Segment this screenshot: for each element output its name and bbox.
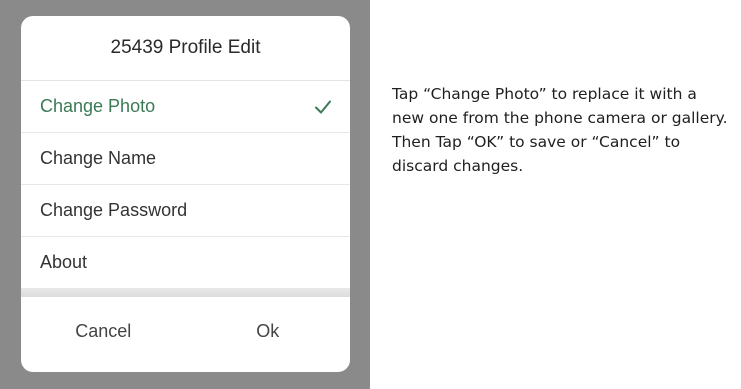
section-divider [21, 289, 350, 297]
profile-edit-dialog: 25439 Profile Edit Change Photo Change N… [21, 16, 350, 372]
phone-screenshot: 25439 Profile Edit Change Photo Change N… [0, 0, 370, 389]
dialog-title: 25439 Profile Edit [21, 16, 350, 81]
option-change-password[interactable]: Change Password [21, 185, 350, 237]
option-label: Change Password [40, 200, 188, 220]
option-change-name[interactable]: Change Name [21, 133, 350, 185]
option-about[interactable]: About [21, 237, 350, 289]
help-text: Tap “Change Photo” to replace it with a … [392, 85, 728, 175]
cancel-button[interactable]: Cancel [21, 321, 186, 342]
option-label: Change Photo [40, 96, 156, 116]
option-label: About [40, 252, 88, 272]
option-label: Change Name [40, 148, 157, 168]
dialog-actions: Cancel Ok [21, 297, 350, 366]
option-change-photo[interactable]: Change Photo [21, 81, 350, 133]
checkmark-icon [315, 100, 331, 113]
ok-button[interactable]: Ok [186, 321, 351, 342]
